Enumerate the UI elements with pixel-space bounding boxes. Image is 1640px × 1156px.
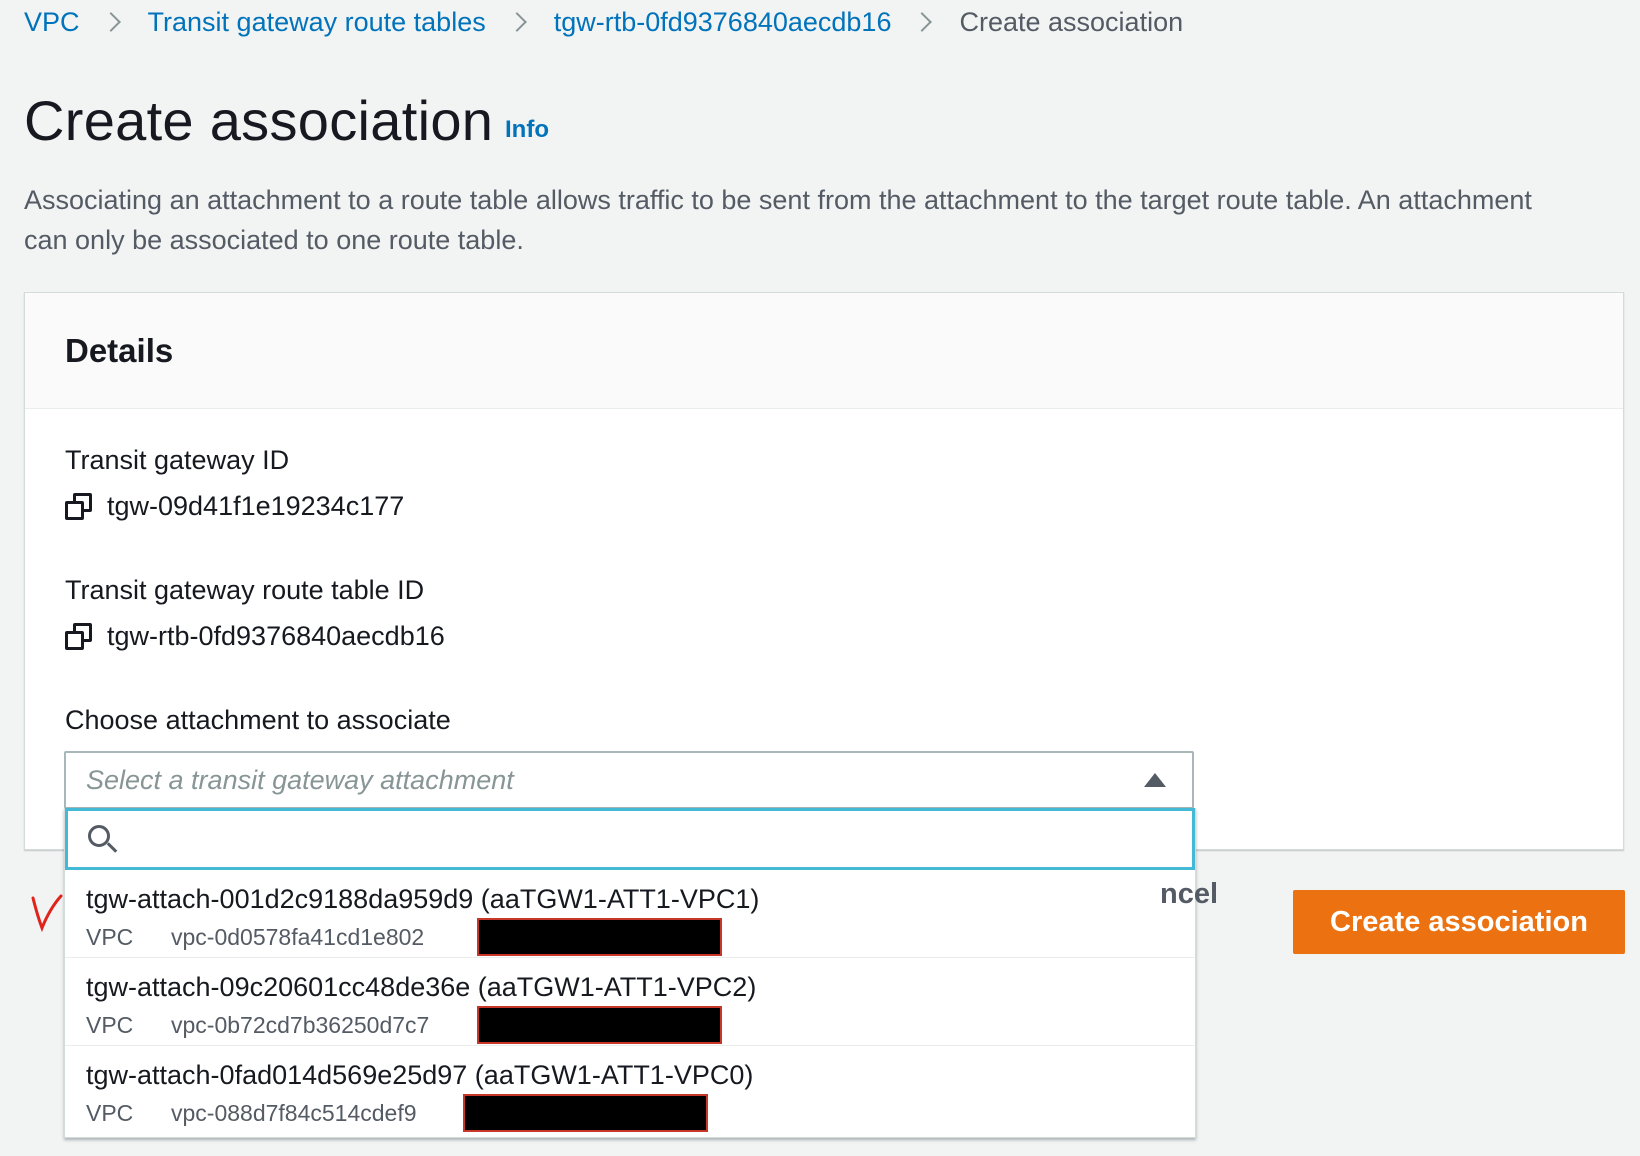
option-title: tgw-attach-001d2c9188da959d9 (aaTGW1-ATT… [86, 884, 760, 914]
option-vpc-id: vpc-0d0578fa41cd1e802 [171, 924, 425, 950]
page-title: Create association [24, 89, 494, 152]
tgw-id-value: tgw-09d41f1e19234c177 [107, 491, 405, 521]
rtb-id-value: tgw-rtb-0fd9376840aecdb16 [107, 621, 445, 651]
details-panel-header: Details [25, 293, 1623, 409]
breadcrumb-link-route-table[interactable]: tgw-rtb-0fd9376840aecdb16 [554, 7, 892, 38]
copy-icon[interactable] [65, 492, 93, 521]
option-tag: VPC [86, 1100, 134, 1126]
rtb-id-label: Transit gateway route table ID [65, 575, 425, 605]
search-icon [88, 825, 118, 855]
redaction-box [463, 1094, 708, 1132]
attachment-label: Choose attachment to associate [65, 705, 451, 735]
select-placeholder: Select a transit gateway attachment [86, 764, 514, 795]
details-title: Details [65, 331, 174, 369]
page-description: Associating an attachment to a route tab… [24, 185, 1532, 255]
dropdown-search [65, 808, 1195, 870]
dropdown-option[interactable]: tgw-attach-09c20601cc48de36e (aaTGW1-ATT… [65, 958, 1195, 1046]
option-tag: VPC [86, 924, 134, 950]
dropdown-option[interactable]: tgw-attach-0fad014d569e25d97 (aaTGW1-ATT… [65, 1046, 1195, 1134]
tgw-id-label: Transit gateway ID [65, 445, 290, 475]
breadcrumb-link-vpc[interactable]: VPC [24, 7, 80, 38]
dropdown-option[interactable]: tgw-attach-001d2c9188da959d9 (aaTGW1-ATT… [65, 870, 1195, 958]
breadcrumb-link-route-tables[interactable]: Transit gateway route tables [148, 7, 486, 38]
annotation-mark [31, 894, 63, 932]
create-association-button[interactable]: Create association [1293, 890, 1625, 954]
option-tag: VPC [86, 1012, 134, 1038]
copy-icon[interactable] [65, 622, 93, 651]
option-vpc-id: vpc-0b72cd7b36250d7c7 [171, 1012, 430, 1038]
rtb-id-value-row: tgw-rtb-0fd9376840aecdb16 [65, 621, 445, 652]
tgw-id-value-row: tgw-09d41f1e19234c177 [65, 491, 404, 522]
breadcrumb: VPC Transit gateway route tables tgw-rtb… [24, 2, 1183, 42]
caret-up-icon [1144, 773, 1166, 787]
redaction-box [477, 1006, 722, 1044]
attachment-dropdown: tgw-attach-001d2c9188da959d9 (aaTGW1-ATT… [64, 808, 1196, 1138]
redaction-box [477, 918, 722, 956]
option-title: tgw-attach-09c20601cc48de36e (aaTGW1-ATT… [86, 972, 757, 1002]
chevron-right-icon [506, 12, 527, 32]
breadcrumb-current: Create association [959, 6, 1184, 37]
chevron-right-icon [100, 12, 121, 32]
chevron-right-icon [912, 12, 933, 32]
option-title: tgw-attach-0fad014d569e25d97 (aaTGW1-ATT… [86, 1060, 754, 1090]
search-input[interactable] [128, 811, 1192, 867]
option-vpc-id: vpc-088d7f84c514cdef9 [171, 1100, 417, 1126]
info-link[interactable]: Info [505, 116, 549, 144]
cancel-button[interactable]: ncel [1160, 878, 1250, 911]
attachment-select[interactable]: Select a transit gateway attachment [64, 751, 1194, 809]
